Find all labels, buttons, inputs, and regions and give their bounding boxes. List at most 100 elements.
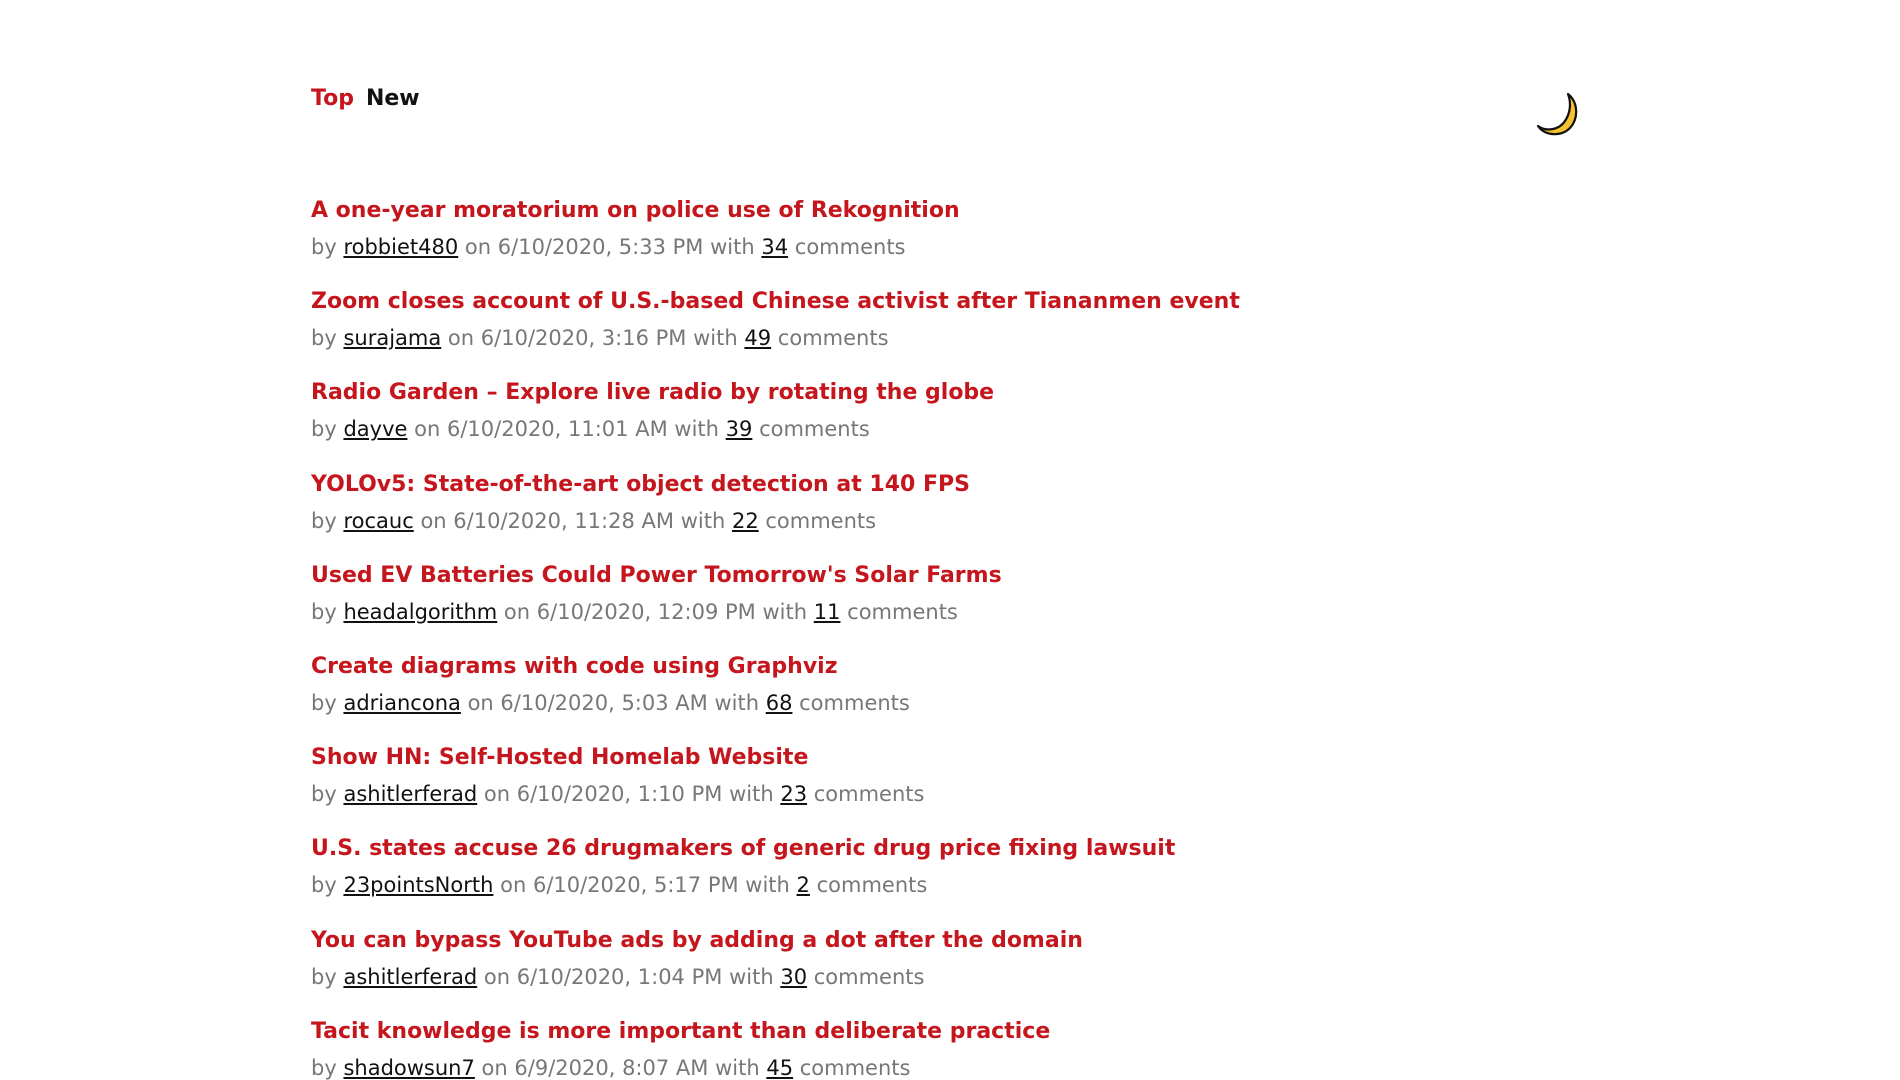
meta-comments-label: comments	[847, 599, 958, 624]
meta-by-label: by	[311, 599, 337, 624]
story-list: A one-year moratorium on police use of R…	[311, 196, 1611, 1080]
story-title-link[interactable]: A one-year moratorium on police use of R…	[311, 196, 1611, 226]
author-link[interactable]: shadowsun7	[343, 1056, 474, 1080]
story-meta: by headalgorithm on 6/10/2020, 12:09 PM …	[311, 597, 1611, 627]
story-date: 6/9/2020, 8:07 AM	[514, 1055, 709, 1080]
story-title-link[interactable]: Used EV Batteries Could Power Tomorrow's…	[311, 561, 1611, 591]
meta-by-label: by	[311, 1055, 337, 1080]
tab-top[interactable]: Top	[311, 84, 354, 114]
author-link[interactable]: ashitlerferad	[343, 782, 477, 806]
page: Top New A one-year moratorium on police …	[0, 0, 1900, 1080]
author-link[interactable]: robbiet480	[343, 235, 458, 259]
meta-comments-label: comments	[799, 690, 910, 715]
meta-comments-label: comments	[777, 326, 889, 351]
story-title-link[interactable]: Radio Garden – Explore live radio by rot…	[311, 378, 1611, 408]
meta-by-label: by	[311, 417, 337, 442]
story-item: YOLOv5: State-of-the-art object detectio…	[311, 470, 1611, 561]
story-meta: by 23pointsNorth on 6/10/2020, 5:17 PM w…	[311, 870, 1611, 900]
story-meta: by adriancona on 6/10/2020, 5:03 AM with…	[311, 688, 1611, 718]
meta-comments-label: comments	[794, 235, 906, 259]
meta-on-label: on	[483, 964, 511, 989]
story-date: 6/10/2020, 5:17 PM	[532, 873, 739, 898]
author-link[interactable]: dayve	[343, 417, 407, 441]
author-link[interactable]: rocauc	[343, 509, 413, 533]
story-title-link[interactable]: Zoom closes account of U.S.-based Chines…	[311, 287, 1611, 317]
comments-count-link[interactable]: 23	[780, 782, 807, 806]
meta-by-label: by	[311, 782, 337, 807]
story-item: You can bypass YouTube ads by adding a d…	[311, 926, 1611, 1017]
story-meta: by robbiet480 on 6/10/2020, 5:33 PM with…	[311, 232, 1611, 262]
meta-by-label: by	[311, 964, 337, 989]
meta-on-label: on	[447, 326, 475, 351]
author-link[interactable]: surajama	[343, 326, 441, 350]
meta-with-label: with	[715, 1055, 760, 1080]
tab-new[interactable]: New	[366, 84, 420, 114]
theme-toggle-button[interactable]	[1532, 88, 1584, 140]
meta-on-label: on	[464, 235, 492, 259]
comments-count-link[interactable]: 39	[726, 417, 753, 441]
meta-comments-label: comments	[813, 782, 925, 807]
meta-with-label: with	[674, 417, 719, 442]
story-meta: by ashitlerferad on 6/10/2020, 1:10 PM w…	[311, 779, 1611, 809]
meta-comments-label: comments	[759, 417, 870, 442]
story-title-link[interactable]: U.S. states accuse 26 drugmakers of gene…	[311, 834, 1611, 864]
story-item: Radio Garden – Explore live radio by rot…	[311, 378, 1611, 469]
meta-by-label: by	[311, 235, 337, 259]
comments-count-link[interactable]: 68	[766, 691, 793, 715]
author-link[interactable]: ashitlerferad	[343, 965, 477, 989]
story-title-link[interactable]: Create diagrams with code using Graphviz	[311, 652, 1611, 682]
story-item: Create diagrams with code using Graphviz…	[311, 652, 1611, 743]
meta-comments-label: comments	[799, 1055, 911, 1080]
story-date: 6/10/2020, 12:09 PM	[536, 599, 756, 624]
meta-with-label: with	[693, 326, 738, 351]
story-title-link[interactable]: YOLOv5: State-of-the-art object detectio…	[311, 470, 1611, 500]
story-item: U.S. states accuse 26 drugmakers of gene…	[311, 834, 1611, 925]
story-item: Used EV Batteries Could Power Tomorrow's…	[311, 561, 1611, 652]
comments-count-link[interactable]: 11	[814, 600, 841, 624]
meta-with-label: with	[680, 508, 726, 533]
meta-on-label: on	[420, 508, 447, 533]
meta-on-label: on	[503, 599, 531, 624]
author-link[interactable]: 23pointsNorth	[343, 873, 493, 897]
story-date: 6/10/2020, 3:16 PM	[480, 326, 687, 351]
story-date: 6/10/2020, 1:10 PM	[516, 782, 723, 807]
meta-comments-label: comments	[816, 873, 928, 898]
meta-comments-label: comments	[813, 964, 925, 989]
meta-by-label: by	[311, 690, 337, 715]
meta-by-label: by	[311, 873, 337, 898]
story-date: 6/10/2020, 11:28 AM	[453, 508, 675, 533]
meta-with-label: with	[745, 873, 790, 898]
meta-on-label: on	[500, 873, 527, 898]
story-meta: by ashitlerferad on 6/10/2020, 1:04 PM w…	[311, 962, 1611, 992]
comments-count-link[interactable]: 34	[761, 235, 788, 259]
story-title-link[interactable]: Show HN: Self-Hosted Homelab Website	[311, 743, 1611, 773]
story-item: Tacit knowledge is more important than d…	[311, 1017, 1611, 1080]
meta-with-label: with	[729, 964, 774, 989]
author-link[interactable]: headalgorithm	[343, 600, 497, 624]
story-date: 6/10/2020, 5:33 PM	[497, 235, 704, 259]
story-date: 6/10/2020, 5:03 AM	[500, 690, 708, 715]
comments-count-link[interactable]: 45	[766, 1056, 793, 1080]
story-title-link[interactable]: Tacit knowledge is more important than d…	[311, 1017, 1611, 1047]
meta-with-label: with	[762, 599, 808, 624]
meta-comments-label: comments	[765, 508, 877, 533]
author-link[interactable]: adriancona	[343, 691, 460, 715]
story-item: Show HN: Self-Hosted Homelab Website by a…	[311, 743, 1611, 834]
meta-with-label: with	[710, 235, 755, 259]
meta-by-label: by	[311, 508, 337, 533]
top-nav: Top New	[311, 84, 420, 114]
comments-count-link[interactable]: 49	[744, 326, 771, 350]
story-item: A one-year moratorium on police use of R…	[311, 196, 1611, 287]
comments-count-link[interactable]: 30	[780, 965, 807, 989]
meta-on-label: on	[483, 782, 511, 807]
meta-with-label: with	[714, 690, 760, 715]
meta-with-label: with	[729, 782, 774, 807]
story-title-link[interactable]: You can bypass YouTube ads by adding a d…	[311, 926, 1611, 956]
story-date: 6/10/2020, 1:04 PM	[516, 964, 723, 989]
comments-count-link[interactable]: 2	[797, 873, 810, 897]
story-item: Zoom closes account of U.S.-based Chines…	[311, 287, 1611, 378]
comments-count-link[interactable]: 22	[732, 509, 759, 533]
meta-by-label: by	[311, 326, 337, 351]
story-meta: by surajama on 6/10/2020, 3:16 PM with 4…	[311, 323, 1611, 353]
story-date: 6/10/2020, 11:01 AM	[446, 417, 668, 442]
